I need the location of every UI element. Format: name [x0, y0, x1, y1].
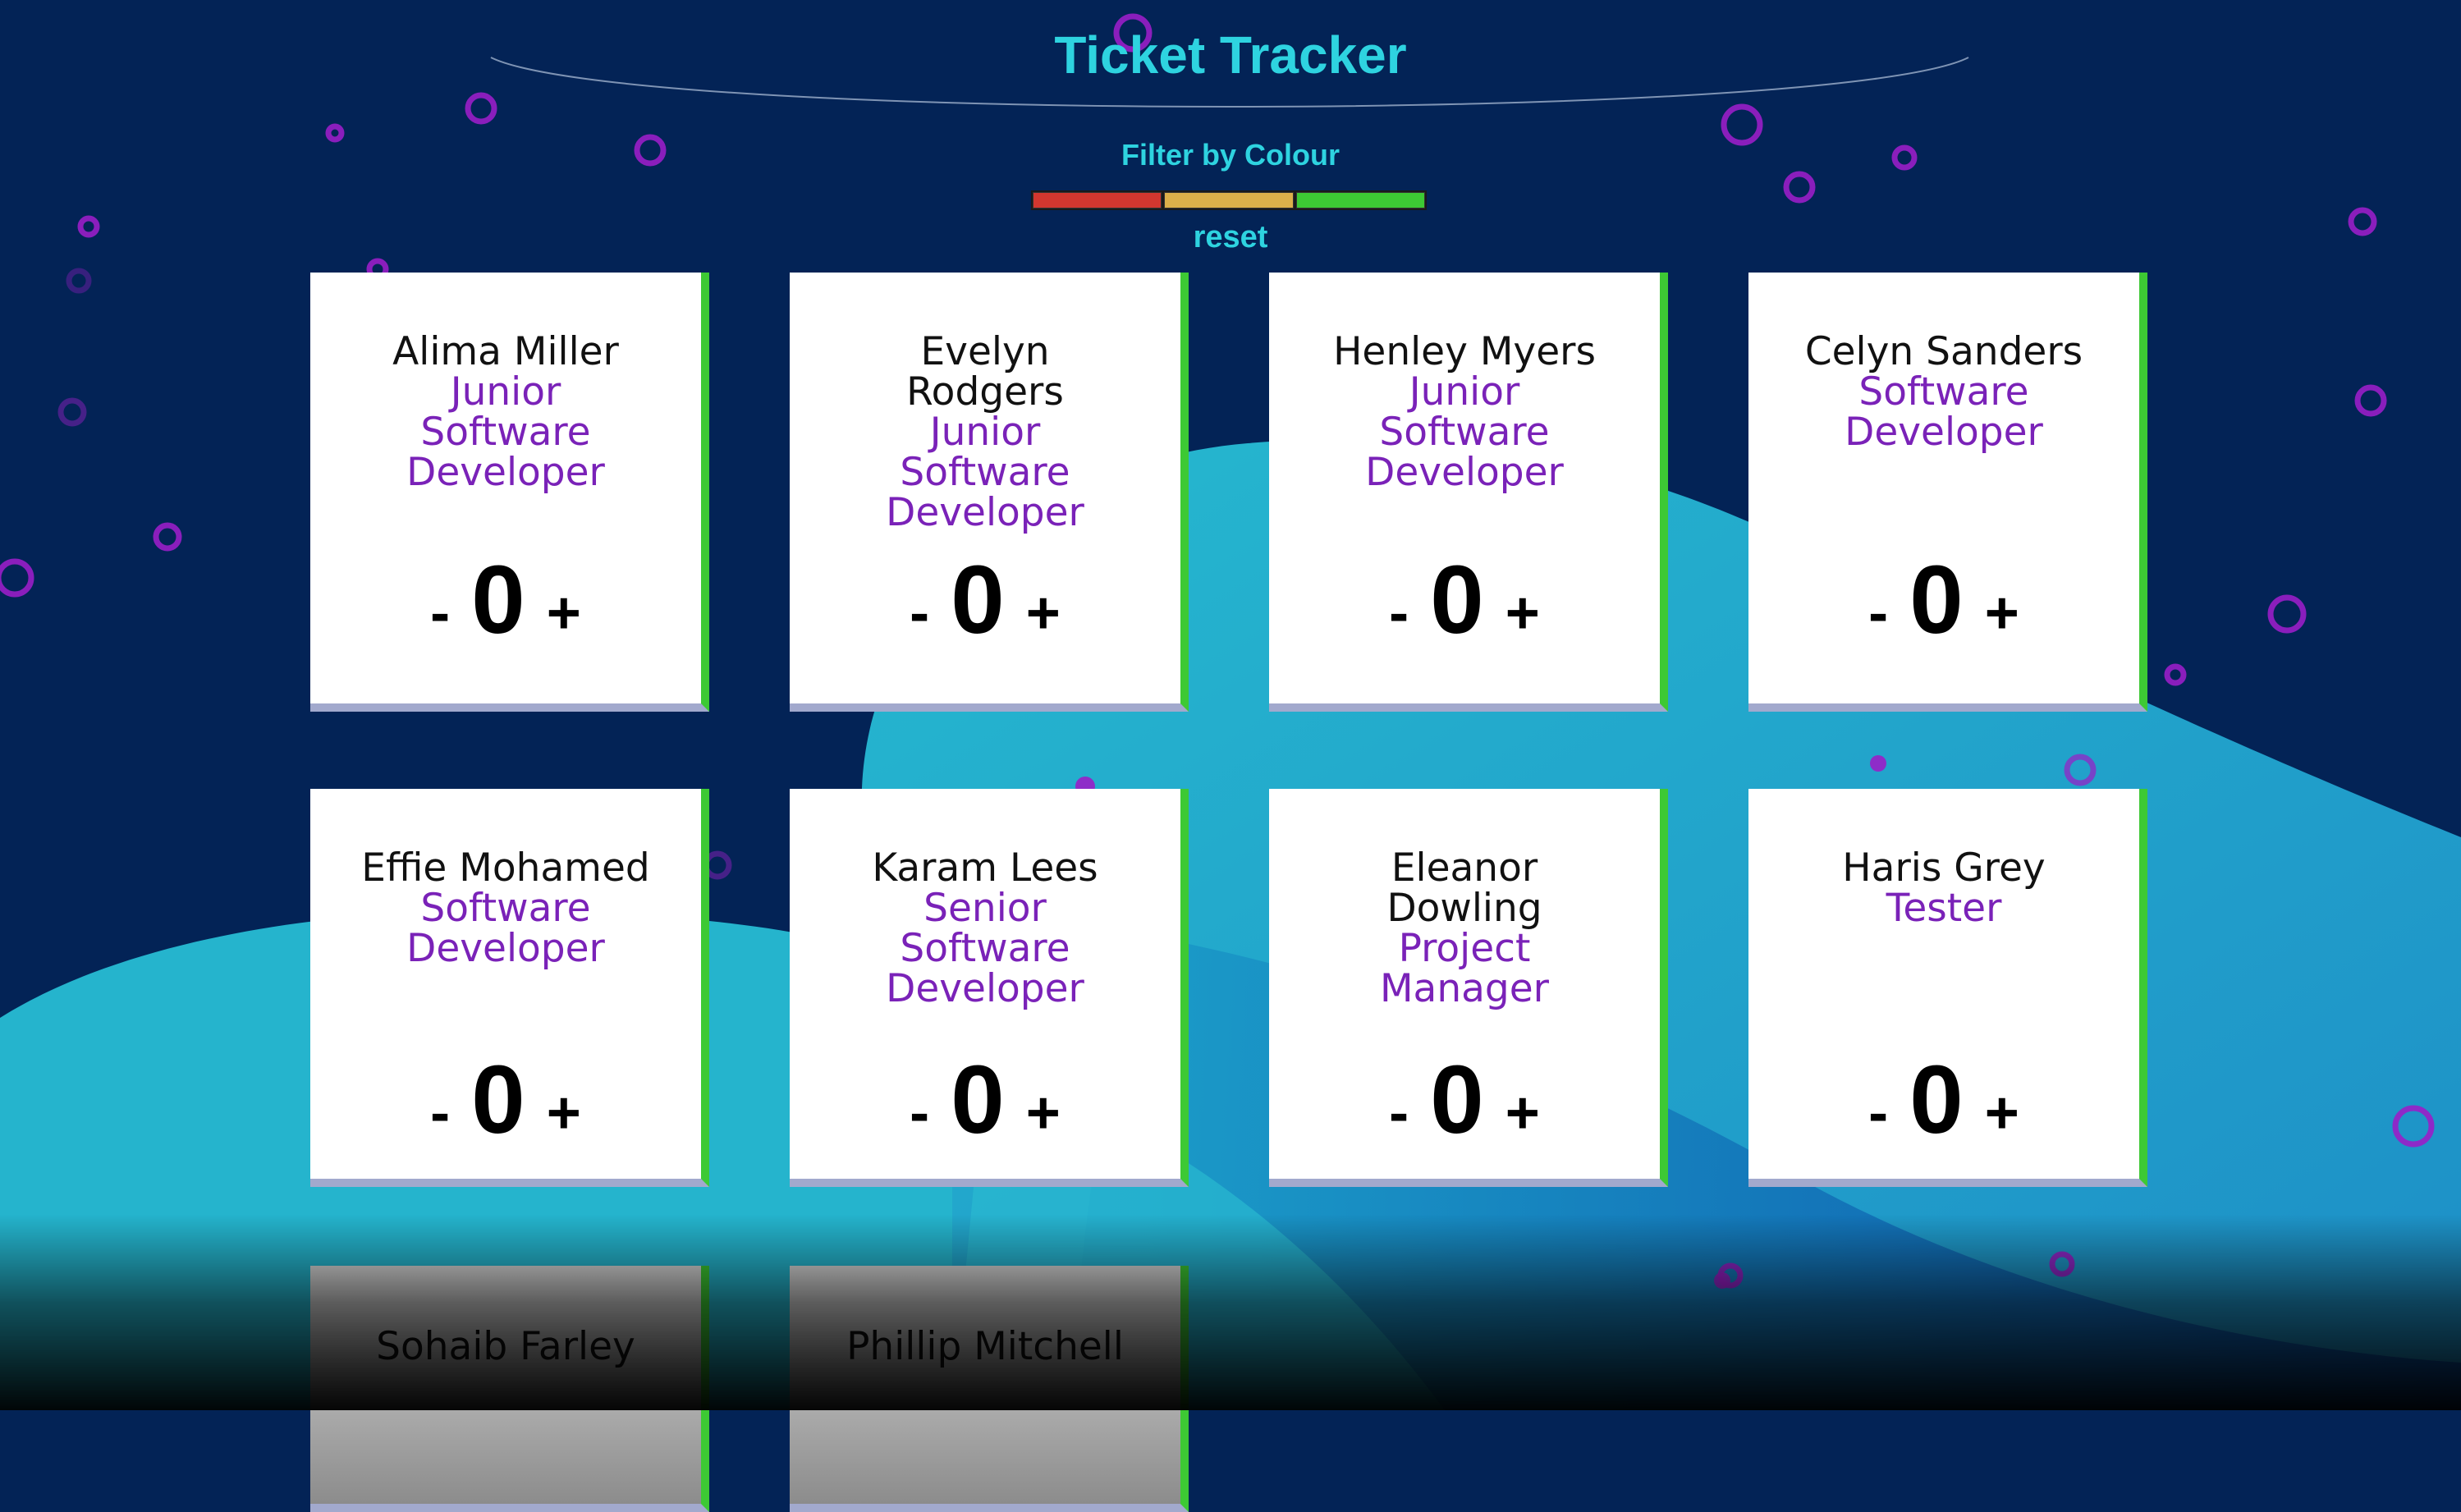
employee-role: Software Developer [406, 886, 605, 971]
decrement-button[interactable]: - [430, 580, 450, 647]
filter-red-swatch[interactable] [1033, 192, 1162, 208]
employee-card: Effie Mohamed Software Developer - 0 + [310, 789, 709, 1187]
increment-button[interactable]: + [1505, 1079, 1540, 1147]
reset-link[interactable]: reset [0, 220, 2461, 255]
ticket-count: 0 [1430, 1046, 1484, 1154]
ticket-counter: - 0 + [1748, 1052, 2139, 1148]
employee-card: Evelyn Rodgers Junior Software Developer… [790, 273, 1189, 712]
increment-button[interactable]: + [1026, 1079, 1061, 1147]
employee-card: Haris Grey Tester - 0 + [1748, 789, 2147, 1187]
employee-role: Junior Software Developer [406, 369, 605, 495]
employee-card: Eleanor Dowling Project Manager - 0 + [1269, 789, 1668, 1187]
ticket-counter: - 0 + [1748, 552, 2139, 648]
ticket-count: 0 [951, 1046, 1005, 1154]
decrement-button[interactable]: - [430, 1079, 450, 1147]
ticket-counter: - 0 + [1269, 552, 1660, 648]
employee-role: Senior Software Developer [886, 886, 1084, 1011]
increment-button[interactable]: + [1985, 1079, 2019, 1147]
ticket-count: 0 [1430, 546, 1484, 654]
employee-role: Junior Software Developer [1365, 369, 1564, 495]
ticket-count: 0 [1909, 1046, 1964, 1154]
filter-amber-swatch[interactable] [1164, 192, 1294, 208]
employee-role: Software Developer [1845, 369, 2043, 455]
employee-role: Junior Software Developer [886, 410, 1084, 535]
header: Ticket Tracker Filter by Colour reset [0, 0, 2461, 263]
increment-button[interactable]: + [1026, 580, 1061, 647]
ticket-count: 0 [471, 1046, 525, 1154]
increment-button[interactable]: + [547, 580, 581, 647]
employee-role: Project Manager [1379, 926, 1549, 1011]
color-filter-bar [1031, 190, 1427, 210]
ticket-counter: - 0 + [310, 552, 701, 648]
decrement-button[interactable]: - [1868, 580, 1888, 647]
employee-card: Sohaib Farley [310, 1266, 709, 1512]
employee-role: Tester [1886, 886, 2002, 931]
employee-card: Henley Myers Junior Software Developer -… [1269, 273, 1668, 712]
employee-name: Alima Miller [392, 329, 619, 374]
ticket-count: 0 [1909, 546, 1964, 654]
employee-name: Phillip Mitchell [846, 1324, 1124, 1369]
filter-green-swatch[interactable] [1295, 192, 1425, 208]
ticket-counter: - 0 + [1269, 1052, 1660, 1148]
employee-name: Effie Mohamed [361, 845, 650, 891]
increment-button[interactable]: + [1985, 580, 2019, 647]
employee-name: Celyn Sanders [1804, 329, 2083, 374]
employee-card: Celyn Sanders Software Developer - 0 + [1748, 273, 2147, 712]
decrement-button[interactable]: - [1868, 1079, 1888, 1147]
decrement-button[interactable]: - [1389, 580, 1409, 647]
employee-card: Alima Miller Junior Software Developer -… [310, 273, 709, 712]
increment-button[interactable]: + [547, 1079, 581, 1147]
employee-name: Karam Lees [872, 845, 1098, 891]
decrement-button[interactable]: - [910, 580, 929, 647]
employee-card: Phillip Mitchell [790, 1266, 1189, 1512]
ticket-counter: - 0 + [790, 1052, 1180, 1148]
employee-card: Karam Lees Senior Software Developer - 0… [790, 789, 1189, 1187]
decrement-button[interactable]: - [910, 1079, 929, 1147]
employee-name: Henley Myers [1333, 329, 1596, 374]
ticket-counter: - 0 + [790, 552, 1180, 648]
employee-name: Haris Grey [1842, 845, 2046, 891]
app-title: Ticket Tracker [1054, 25, 1407, 85]
ticket-count: 0 [951, 546, 1005, 654]
employee-name: Evelyn Rodgers [906, 329, 1064, 415]
employee-name: Eleanor Dowling [1386, 845, 1542, 931]
increment-button[interactable]: + [1505, 580, 1540, 647]
ticket-counter: - 0 + [310, 1052, 701, 1148]
filter-label: Filter by Colour [1121, 138, 1340, 172]
ticket-count: 0 [471, 546, 525, 654]
employee-name: Sohaib Farley [376, 1324, 635, 1369]
decrement-button[interactable]: - [1389, 1079, 1409, 1147]
